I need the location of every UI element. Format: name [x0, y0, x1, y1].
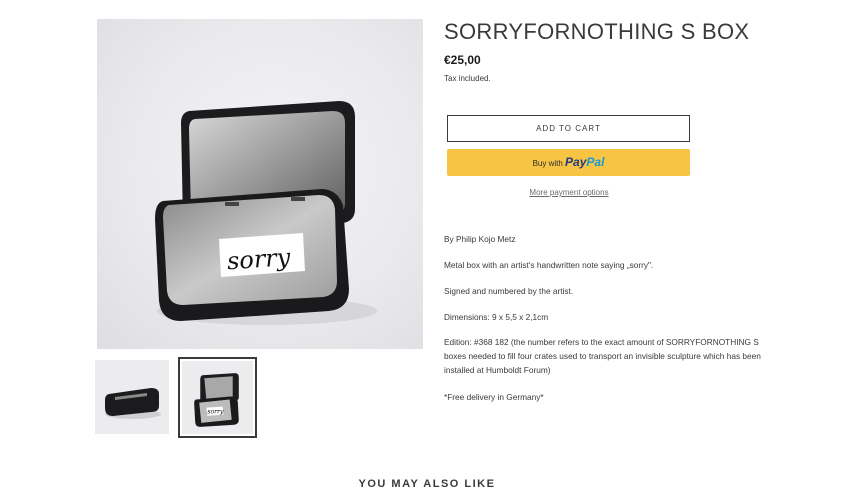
- paypal-buy-button[interactable]: Buy with PayPal: [447, 149, 690, 176]
- description-delivery: *Free delivery in Germany*: [444, 392, 544, 402]
- paypal-prefix-label: Buy with: [532, 159, 563, 168]
- you-may-also-like-heading: YOU MAY ALSO LIKE: [358, 478, 496, 490]
- open-tin-image: sorry: [182, 361, 253, 434]
- more-payment-options-link[interactable]: More payment options: [444, 188, 694, 197]
- description-summary: Metal box with an artist's handwritten n…: [444, 260, 654, 270]
- product-title: SORRYFORNOTHING S BOX: [444, 19, 750, 44]
- thumbnail-open-box-selected[interactable]: sorry: [178, 357, 257, 438]
- tax-note: Tax included.: [444, 74, 491, 83]
- product-price: €25,00: [444, 53, 481, 67]
- add-to-cart-button[interactable]: ADD TO CART: [447, 115, 690, 142]
- paypal-logo-pal: Pal: [586, 155, 605, 169]
- thumbnail-inner: sorry: [182, 361, 253, 434]
- note-text: sorry: [226, 243, 292, 275]
- product-main-image[interactable]: sorry: [97, 19, 423, 349]
- description-author: By Philip Kojo Metz: [444, 234, 516, 244]
- tin-box-photo: sorry: [155, 101, 377, 325]
- description-edition: Edition: #368 182 (the number refers to …: [444, 337, 761, 375]
- thumbnail-closed-box[interactable]: [95, 360, 169, 434]
- description-signed: Signed and numbered by the artist.: [444, 286, 574, 296]
- paypal-logo-pay: Pay: [565, 155, 587, 169]
- description-dimensions: Dimensions: 9 x 5,5 x 2,1cm: [444, 312, 549, 322]
- thumb-note-text: sorry: [207, 409, 224, 416]
- closed-tin-image: [95, 360, 169, 434]
